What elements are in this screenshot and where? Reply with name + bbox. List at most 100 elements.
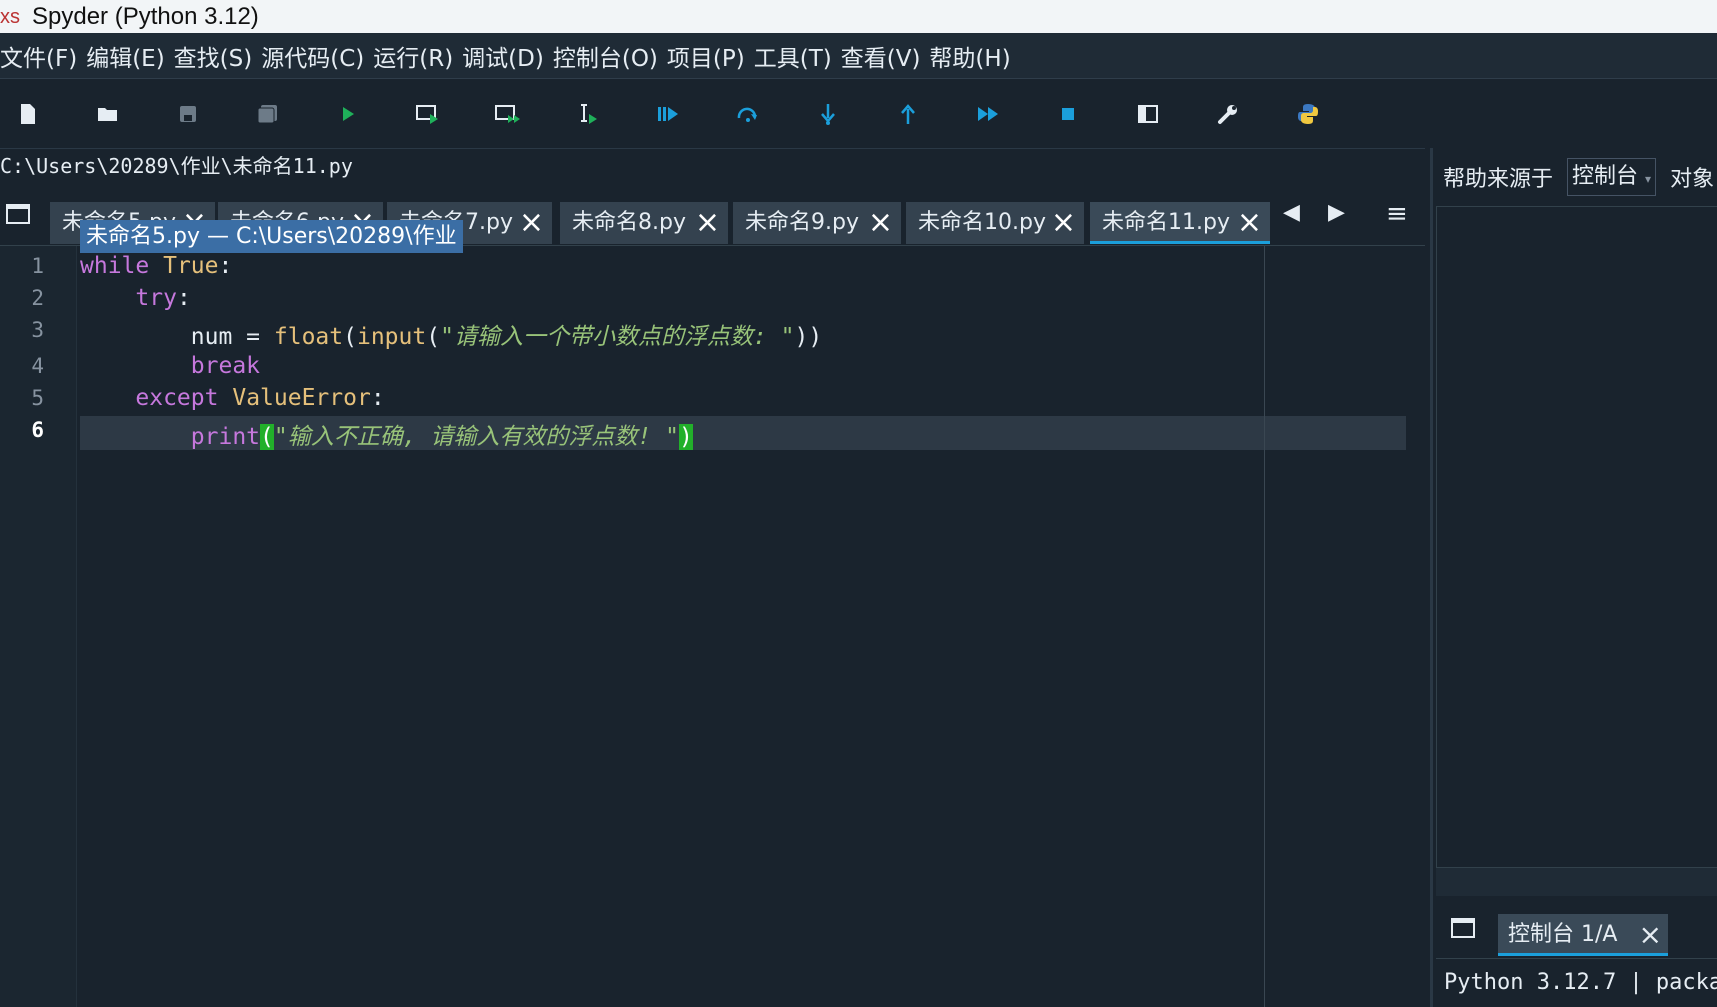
code-token: : — [176, 285, 191, 311]
line-number: 2 — [31, 286, 44, 310]
run-cell-icon[interactable] — [415, 101, 441, 127]
python-path-icon[interactable] — [1295, 101, 1321, 127]
save-all-icon[interactable] — [255, 101, 281, 127]
step-over-icon[interactable] — [735, 101, 761, 127]
code-token: True — [163, 253, 219, 279]
object-label: 对象 — [1670, 166, 1715, 192]
save-icon[interactable] — [175, 101, 201, 127]
code-token: num = — [190, 324, 274, 350]
menu-search[interactable]: 查找(S) — [174, 39, 253, 73]
line-number: 3 — [31, 318, 44, 342]
step-return-icon[interactable] — [895, 101, 921, 127]
right-panel: 帮助来源于 控制台 ▾ 对象 控制台 1/A × Python 3.12.7 |… — [1430, 148, 1717, 1007]
menu-run[interactable]: 运行(R) — [373, 39, 453, 73]
main-toolbar — [0, 79, 1717, 147]
open-folder-icon[interactable] — [95, 101, 121, 127]
tab-scroll-left-icon[interactable]: ◀ — [1283, 200, 1300, 225]
line-number: 4 — [31, 354, 44, 378]
menu-debug[interactable]: 调试(D) — [462, 39, 544, 73]
line-number-gutter: 1 2 3 4 5 6 — [0, 246, 77, 1007]
file-path-bar: C:\Users\20289\作业\未命名11.py — [0, 148, 1425, 183]
menu-help[interactable]: 帮助(H) — [929, 39, 1010, 73]
close-icon[interactable]: × — [1237, 202, 1262, 241]
code-token: except — [135, 385, 219, 411]
select-value: 控制台 — [1572, 163, 1639, 189]
tab-tooltip: 未命名5.py — C:\Users\20289\作业 — [80, 220, 463, 253]
close-icon[interactable]: × — [695, 202, 720, 244]
menu-view[interactable]: 查看(V) — [841, 39, 921, 73]
window-title: Spyder (Python 3.12) — [32, 2, 259, 30]
menu-file[interactable]: 文件(F) — [0, 39, 77, 73]
bracket-match: ( — [260, 424, 274, 450]
code-line-3: num = float(input("请输入一个带小数点的浮点数: ")) — [80, 317, 822, 351]
close-icon[interactable]: × — [519, 202, 544, 244]
menu-bar: 文件(F) 编辑(E) 查找(S) 源代码(C) 运行(R) 调试(D) 控制台… — [0, 33, 1717, 79]
code-token: "输入不正确, 请输入有效的浮点数! " — [273, 424, 679, 450]
line-number-current: 6 — [31, 418, 44, 442]
code-line-1: while True: — [80, 253, 232, 279]
edge-line — [1264, 246, 1265, 1007]
new-file-icon[interactable] — [15, 101, 41, 127]
console-tab-bar: 控制台 1/A × — [1433, 898, 1717, 956]
help-pane-tabs — [1436, 868, 1717, 896]
code-line-2: try: — [80, 285, 191, 311]
menu-tools[interactable]: 工具(T) — [754, 39, 832, 73]
run-selection-icon[interactable] — [575, 101, 601, 127]
console-tab[interactable]: 控制台 1/A × — [1498, 914, 1668, 956]
help-content-area — [1436, 206, 1717, 868]
console-tab-label: 控制台 1/A — [1508, 922, 1618, 947]
run-icon[interactable] — [335, 101, 361, 127]
maximize-pane-icon[interactable] — [1135, 101, 1161, 127]
code-token: while — [80, 253, 150, 279]
stop-icon[interactable] — [1055, 101, 1081, 127]
preferences-icon[interactable] — [1215, 101, 1241, 127]
code-token: ValueError — [232, 385, 371, 411]
line-number: 1 — [31, 254, 44, 278]
debug-icon[interactable] — [655, 101, 681, 127]
code-line-4: break — [80, 353, 260, 379]
code-token: float — [273, 324, 344, 350]
bracket-match: ) — [678, 424, 693, 450]
pane-options-icon[interactable] — [1451, 918, 1475, 938]
close-icon[interactable]: × — [868, 202, 893, 244]
menu-source[interactable]: 源代码(C) — [261, 39, 364, 73]
chevron-down-icon: ▾ — [1645, 171, 1652, 186]
close-icon[interactable]: × — [1639, 914, 1662, 953]
tab-label: 未命名11.py — [1102, 210, 1230, 235]
tab-label: 未命名8.py — [572, 210, 686, 235]
menu-projects[interactable]: 项目(P) — [667, 39, 745, 73]
code-token: : — [370, 385, 385, 411]
editor-tab-5[interactable]: 未命名9.py × — [733, 202, 901, 244]
code-token: input — [356, 324, 427, 350]
tab-scroll-right-icon[interactable]: ▶ — [1328, 200, 1345, 225]
title-bar: xs Spyder (Python 3.12) — [0, 0, 1717, 33]
code-line-6: print("输入不正确, 请输入有效的浮点数! ") — [80, 417, 693, 451]
help-source-select[interactable]: 控制台 ▾ — [1567, 157, 1657, 196]
editor-tab-6[interactable]: 未命名10.py × — [906, 202, 1084, 244]
close-icon[interactable]: × — [1051, 202, 1076, 244]
line-number: 5 — [31, 386, 44, 410]
continue-icon[interactable] — [975, 101, 1001, 127]
step-into-icon[interactable] — [815, 101, 841, 127]
help-source-label: 帮助来源于 — [1443, 166, 1554, 192]
code-line-5: except ValueError: — [80, 385, 385, 411]
code-token: try — [135, 285, 177, 311]
editor-tab-7-active[interactable]: 未命名11.py × — [1090, 202, 1270, 244]
run-cell-advance-icon[interactable] — [495, 101, 521, 127]
code-token: break — [190, 353, 261, 379]
spyder-logo-icon: xs — [0, 5, 20, 28]
tab-label: 未命名9.py — [745, 210, 859, 235]
code-token: )) — [794, 324, 823, 350]
code-token: ( — [343, 324, 357, 350]
editor-tab-4[interactable]: 未命名8.py × — [560, 202, 728, 244]
code-token: "请输入一个带小数点的浮点数: " — [440, 324, 795, 350]
pane-options-icon[interactable] — [6, 204, 30, 224]
menu-edit[interactable]: 编辑(E) — [86, 39, 164, 73]
code-token: print — [190, 424, 261, 450]
console-output[interactable]: Python 3.12.7 | packaged — [1436, 958, 1717, 1007]
tab-label: 未命名10.py — [918, 210, 1046, 235]
options-menu-icon[interactable]: ≡ — [1386, 201, 1408, 227]
menu-console[interactable]: 控制台(O) — [553, 39, 658, 73]
code-token: ( — [426, 324, 441, 350]
code-editor[interactable]: 1 2 3 4 5 6 while True: try: num = float… — [0, 246, 1425, 1007]
